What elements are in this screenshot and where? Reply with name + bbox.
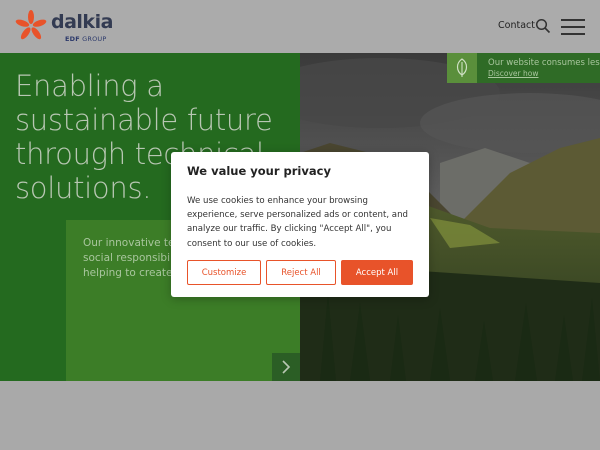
cookie-dialog-body: We use cookies to enhance your browsing … bbox=[187, 196, 408, 249]
logo-mark-icon bbox=[15, 10, 47, 40]
eco-banner-text: Our website consumes less bbox=[488, 58, 600, 68]
site-header: dalkia EDF GROUP Contact bbox=[0, 0, 600, 53]
dalkia-logo[interactable]: dalkia EDF GROUP bbox=[14, 9, 114, 45]
menu-line bbox=[561, 33, 585, 35]
leaf-icon bbox=[447, 53, 477, 83]
accept-all-button[interactable]: Accept All bbox=[341, 260, 413, 285]
hamburger-menu-icon[interactable] bbox=[561, 19, 587, 35]
logo-group-label: EDF GROUP bbox=[65, 35, 107, 43]
logo-wordmark: dalkia bbox=[51, 11, 113, 33]
reject-all-button[interactable]: Reject All bbox=[266, 260, 336, 285]
menu-line bbox=[561, 26, 585, 28]
eco-website-banner[interactable]: Our website consumes less Discover how bbox=[447, 53, 600, 83]
chevron-right-icon[interactable] bbox=[272, 353, 300, 381]
page-content-below bbox=[0, 381, 600, 450]
discover-how-link[interactable]: Discover how bbox=[488, 69, 538, 78]
search-icon[interactable] bbox=[535, 18, 551, 34]
menu-line bbox=[561, 19, 585, 21]
cookie-dialog-title: We value your privacy bbox=[187, 164, 331, 178]
customize-button[interactable]: Customize bbox=[187, 260, 261, 285]
cookie-consent-dialog: We value your privacy We use cookies to … bbox=[171, 152, 429, 297]
contact-link[interactable]: Contact bbox=[498, 20, 535, 31]
